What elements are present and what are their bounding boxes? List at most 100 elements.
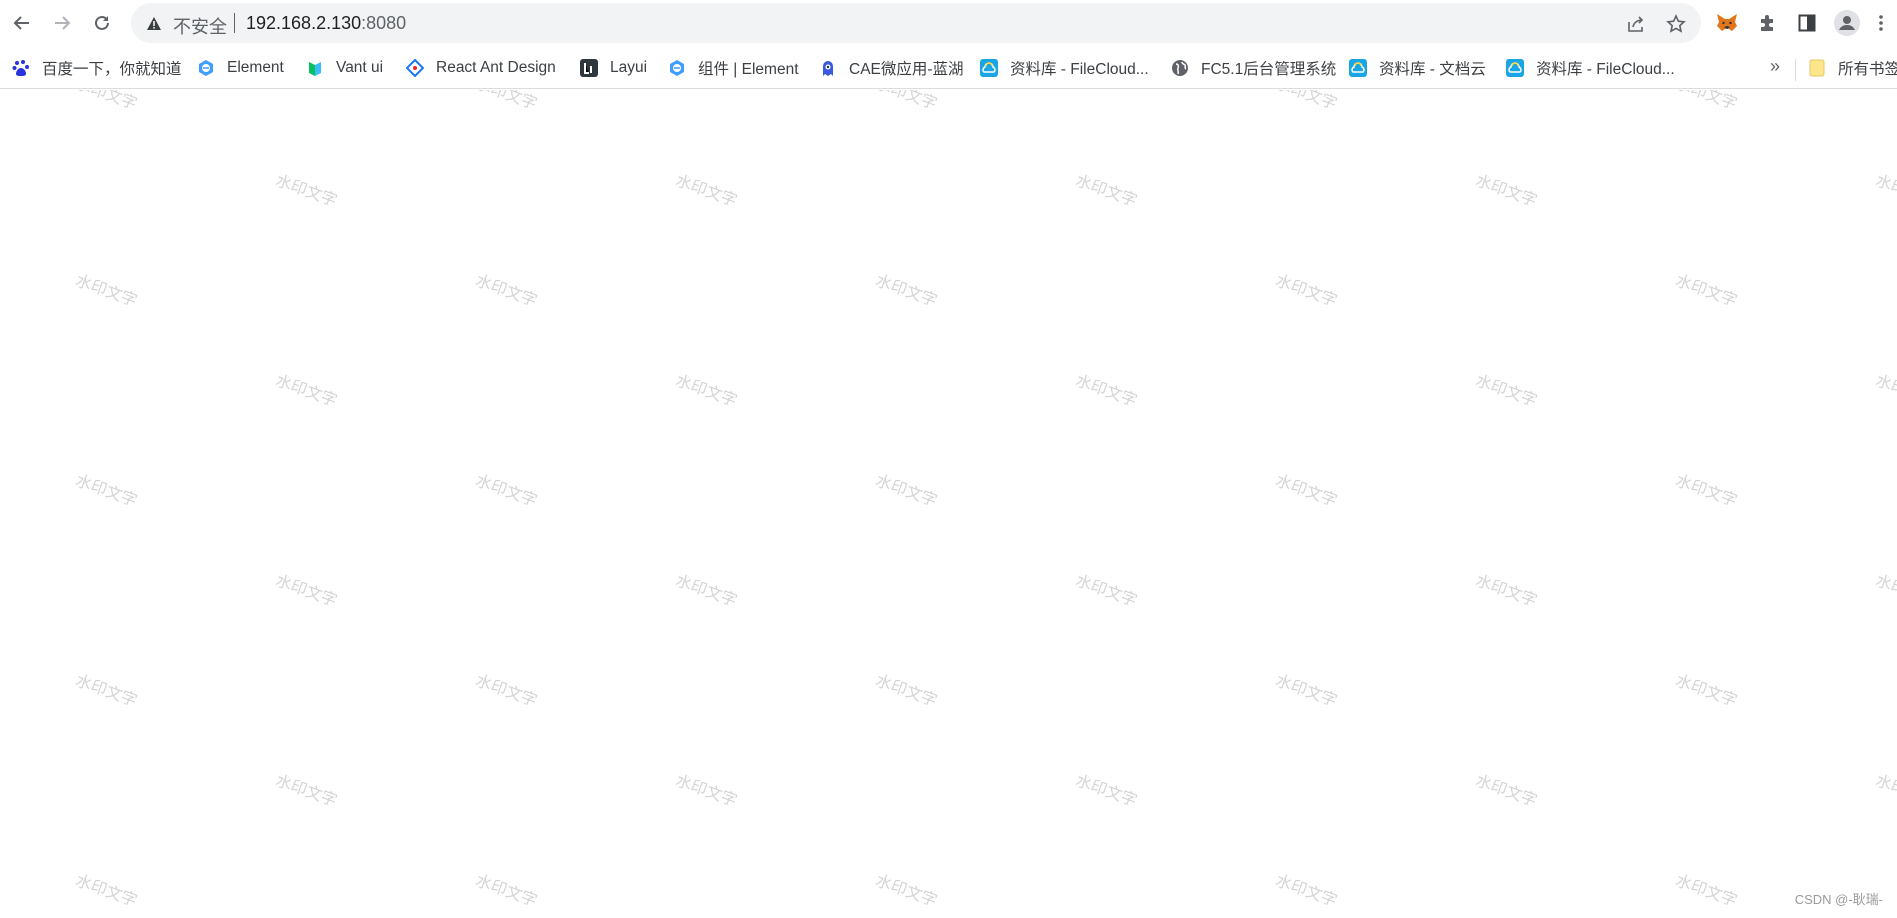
watermark-text: 水印文字 [673, 170, 740, 211]
baidu-paw-icon [12, 59, 30, 77]
globe-icon [1171, 59, 1189, 77]
menu-kebab-icon[interactable] [1872, 10, 1890, 36]
watermark-text: 水印文字 [1873, 170, 1897, 211]
watermark-text: 水印文字 [1873, 570, 1897, 611]
metamask-fox-icon[interactable] [1714, 10, 1740, 36]
watermark-text: 水印文字 [1473, 170, 1540, 211]
bookmark-vant[interactable]: Vant ui [306, 56, 383, 80]
bookmark-label: 组件 | Element [698, 61, 799, 78]
back-button[interactable] [8, 9, 36, 37]
watermark-text: 水印文字 [1273, 270, 1340, 311]
bookmark-label: Layui [610, 59, 648, 76]
watermark-text: 水印文字 [1273, 90, 1340, 114]
watermark-text: 水印文字 [73, 470, 140, 511]
browser-toolbar: 不安全 192.168.2.130:8080 [0, 0, 1897, 46]
bookmark-label: 资料库 - 文档云 [1379, 61, 1486, 78]
bookmark-label: 资料库 - FileCloud... [1010, 61, 1149, 78]
bookmarks-bar: 百度一下，你就知道 Element Vant ui React Ant Desi… [0, 46, 1897, 89]
all-bookmarks-folder[interactable]: 所有书签 [1808, 56, 1897, 80]
watermark-text: 水印文字 [1673, 270, 1740, 311]
watermark-text: 水印文字 [73, 270, 140, 311]
folder-icon [1808, 59, 1826, 77]
watermark-text: 水印文字 [473, 90, 540, 114]
bookmark-element[interactable]: Element [197, 56, 284, 80]
forward-button[interactable] [48, 9, 76, 37]
lanhu-icon [819, 59, 837, 77]
bookmark-element-components[interactable]: 组件 | Element [668, 56, 799, 80]
watermark-text: 水印文字 [873, 470, 940, 511]
watermark-text: 水印文字 [1673, 670, 1740, 711]
url-text[interactable]: 192.168.2.130:8080 [246, 13, 406, 34]
filecloud-icon [1349, 59, 1367, 77]
security-label[interactable]: 不安全 [173, 13, 227, 39]
filecloud-icon [1506, 59, 1524, 77]
watermark-text: 水印文字 [1073, 370, 1140, 411]
watermark-text: 水印文字 [73, 870, 140, 911]
watermark-text: 水印文字 [273, 170, 340, 211]
watermark-text: 水印文字 [473, 270, 540, 311]
address-separator [234, 13, 235, 33]
bookmark-label: 所有书签 [1838, 61, 1897, 78]
watermark-text: 水印文字 [1473, 370, 1540, 411]
bookmark-lanhu[interactable]: CAE微应用-蓝湖 [819, 56, 964, 80]
bookmark-layui[interactable]: Layui [580, 56, 647, 80]
bookmark-react-ant-design[interactable]: React Ant Design [406, 56, 556, 80]
bookmark-label: FC5.1后台管理系统 [1201, 61, 1337, 78]
arrow-left-icon [13, 16, 29, 30]
bookmarks-overflow-button[interactable]: » [1770, 56, 1780, 77]
reload-button[interactable] [88, 9, 116, 37]
watermark-text: 水印文字 [1073, 170, 1140, 211]
bookmark-label: Vant ui [336, 59, 384, 76]
bookmark-filecloud-2[interactable]: 资料库 - FileCloud... [1506, 56, 1675, 80]
element-icon [197, 59, 215, 77]
arrow-right-icon [55, 16, 71, 30]
bookmarks-divider [1795, 59, 1796, 81]
bookmark-label: CAE微应用-蓝湖 [849, 61, 964, 78]
watermark-text: 水印文字 [1873, 370, 1897, 411]
watermark-text: 水印文字 [473, 470, 540, 511]
watermark-text: 水印文字 [1073, 570, 1140, 611]
watermark-text: 水印文字 [473, 670, 540, 711]
watermark-text: 水印文字 [73, 90, 140, 114]
warning-icon[interactable] [145, 14, 163, 32]
side-panel-icon[interactable] [1794, 10, 1820, 36]
watermark-text: 水印文字 [873, 270, 940, 311]
ant-design-icon [406, 59, 424, 77]
watermark-text: 水印文字 [1673, 870, 1740, 911]
bookmark-filecloud[interactable]: 资料库 - FileCloud... [980, 56, 1149, 80]
watermark-text: 水印文字 [873, 670, 940, 711]
watermark-text: 水印文字 [873, 870, 940, 911]
bookmark-baidu[interactable]: 百度一下，你就知道 [12, 56, 182, 80]
extensions-puzzle-icon[interactable] [1754, 10, 1780, 36]
watermark-text: 水印文字 [1273, 670, 1340, 711]
watermark-text: 水印文字 [1273, 870, 1340, 911]
page-content: 水印文字 水印文字 水印文字 水印文字 水印文字 水印文字 水印文字 水印文字 水印文字 水印文字… [0, 90, 1897, 918]
watermark-text: 水印文字 [673, 770, 740, 811]
watermark-text: 水印文字 [1673, 470, 1740, 511]
watermark-text: 水印文字 [273, 570, 340, 611]
bookmark-label: React Ant Design [436, 59, 556, 76]
url-port: :8080 [361, 13, 407, 33]
element-icon [668, 59, 686, 77]
bookmark-fc51-admin[interactable]: FC5.1后台管理系统 [1171, 56, 1336, 80]
layui-icon [580, 59, 598, 77]
vant-icon [306, 59, 324, 77]
bookmark-docs-cloud[interactable]: 资料库 - 文档云 [1349, 56, 1486, 80]
csdn-credit: CSDN @-耿瑞- [1794, 892, 1883, 907]
watermark-text: 水印文字 [473, 870, 540, 911]
watermark-text: 水印文字 [673, 370, 740, 411]
watermark-text: 水印文字 [1073, 770, 1140, 811]
profile-avatar-icon[interactable] [1834, 10, 1860, 36]
star-icon[interactable] [1665, 13, 1687, 35]
filecloud-icon [980, 59, 998, 77]
watermark-text: 水印文字 [673, 570, 740, 611]
bookmark-label: Element [227, 59, 284, 76]
watermark-text: 水印文字 [1473, 770, 1540, 811]
watermark-text: 水印文字 [73, 670, 140, 711]
watermark-text: 水印文字 [873, 90, 940, 114]
share-icon[interactable] [1625, 13, 1647, 35]
bookmark-label: 资料库 - FileCloud... [1536, 61, 1675, 78]
address-bar[interactable]: 不安全 192.168.2.130:8080 [131, 3, 1701, 43]
watermark-text: 水印文字 [1673, 90, 1740, 114]
watermark-text: 水印文字 [273, 770, 340, 811]
